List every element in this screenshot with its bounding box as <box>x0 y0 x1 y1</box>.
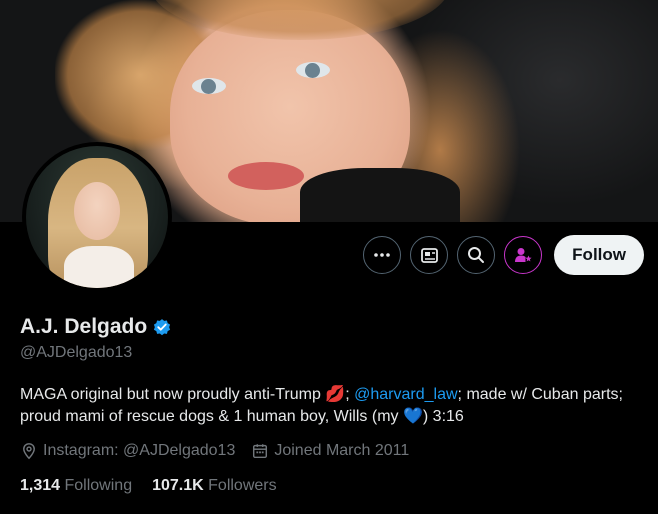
profile-handle: @AJDelgado13 <box>20 344 133 361</box>
profile-bio: MAGA original but now proudly anti-Trump… <box>20 384 640 428</box>
bio-text: MAGA original but now proudly anti-Trump <box>20 386 326 403</box>
subscribe-icon <box>515 248 532 262</box>
avatar-face <box>74 182 120 240</box>
banner-eye-right <box>296 62 330 78</box>
profile-actions: Follow <box>363 235 644 275</box>
banner-mouth <box>228 162 304 190</box>
location-pin-icon <box>23 443 35 460</box>
more-button[interactable] <box>363 236 402 274</box>
subscribe-button[interactable] <box>504 236 543 274</box>
profile-name: A.J. Delgado <box>20 315 148 338</box>
newsletter-icon <box>421 248 439 263</box>
verified-badge-icon[interactable] <box>152 317 172 337</box>
banner-shirt <box>300 168 460 222</box>
follow-button[interactable]: Follow <box>554 235 644 275</box>
profile-name-row: A.J. Delgado <box>20 315 172 339</box>
followers-stat[interactable]: 107.1K Followers <box>152 477 277 495</box>
profile-stats: 1,314 Following 107.1K Followers <box>20 477 277 495</box>
profile-meta: Instagram: @AJDelgado13 Joined March 201… <box>20 442 409 460</box>
profile-joined: Joined March 2011 <box>251 442 409 460</box>
followers-count: 107.1K <box>152 477 204 494</box>
search-icon <box>468 247 485 263</box>
followers-label: Followers <box>208 477 277 494</box>
lips-emoji: 💋 <box>325 386 346 403</box>
blue-heart-emoji: 💙 <box>402 408 423 425</box>
profile-location: Instagram: @AJDelgado13 <box>20 442 235 460</box>
avatar[interactable] <box>22 142 172 292</box>
avatar-image <box>26 146 168 288</box>
following-count: 1,314 <box>20 477 61 494</box>
bio-text: ; <box>345 386 355 403</box>
bio-text: ) 3:16 <box>422 408 464 425</box>
location-text: Instagram: @AJDelgado13 <box>43 442 236 459</box>
more-icon <box>374 253 390 257</box>
bio-mention-link[interactable]: @harvard_law <box>354 386 457 403</box>
avatar-top <box>64 246 134 288</box>
joined-text: Joined March 2011 <box>274 442 410 459</box>
newsletter-button[interactable] <box>410 236 449 274</box>
search-button[interactable] <box>457 236 496 274</box>
banner-eye-left <box>192 78 226 94</box>
following-stat[interactable]: 1,314 Following <box>20 477 132 495</box>
following-label: Following <box>64 477 133 494</box>
calendar-icon <box>253 444 268 459</box>
